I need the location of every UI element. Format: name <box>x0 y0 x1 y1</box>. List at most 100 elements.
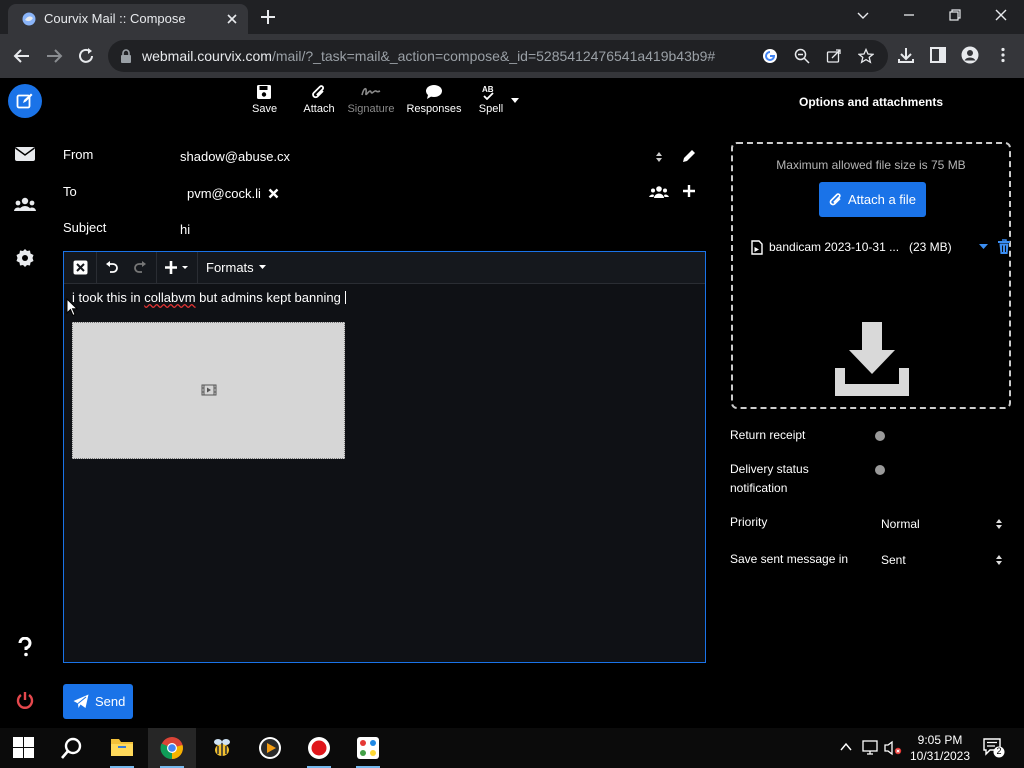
attach-a-file-button[interactable]: Attach a file <box>819 182 926 217</box>
undo-icon[interactable] <box>104 260 119 275</box>
profile-avatar-icon[interactable] <box>961 46 979 64</box>
close-window-icon[interactable] <box>993 7 1009 23</box>
subject-label: Subject <box>63 220 107 235</box>
formats-dropdown[interactable]: Formats <box>206 260 267 275</box>
address-bar[interactable]: webmail.courvix.com/mail/?_task=mail&_ac… <box>108 40 888 72</box>
priority-label: Priority <box>730 515 768 529</box>
close-tab-icon[interactable] <box>224 11 240 27</box>
upload-download-icon <box>835 322 909 396</box>
mouse-cursor-icon <box>66 298 78 317</box>
google-lens-icon[interactable] <box>762 48 778 64</box>
taskbar-chrome[interactable] <box>148 728 196 768</box>
start-button[interactable] <box>0 728 48 768</box>
misspelled-word[interactable]: collabvm <box>144 290 195 305</box>
to-recipient-chip[interactable]: pvm@cock.li <box>187 186 279 201</box>
priority-select[interactable]: Normal <box>881 517 1003 531</box>
taskbar-media-player[interactable] <box>246 728 294 768</box>
delivery-status-toggle[interactable] <box>875 465 885 475</box>
taskbar-bee-app[interactable] <box>198 728 246 768</box>
recipient-address: pvm@cock.li <box>187 186 261 201</box>
subject-input[interactable]: hi <box>180 222 190 237</box>
clock-date: 10/31/2023 <box>909 749 971 763</box>
media-player-icon <box>259 737 281 759</box>
message-editor[interactable]: Formats i took this in collabvm but admi… <box>63 251 706 663</box>
from-select[interactable]: shadow@abuse.cx <box>180 149 290 164</box>
save-button[interactable]: Save <box>252 84 277 115</box>
mail-nav-icon[interactable] <box>14 145 36 163</box>
add-header-plus-icon[interactable] <box>682 184 696 198</box>
paper-plane-icon <box>73 694 89 708</box>
signature-icon <box>361 87 381 96</box>
embedded-video-placeholder[interactable] <box>72 322 345 459</box>
url-text: webmail.courvix.com/mail/?_task=mail&_ac… <box>142 48 716 64</box>
windows-taskbar: 9:05 PM 10/31/2023 2 <box>0 728 1024 768</box>
options-panel-title: Options and attachments <box>798 95 944 109</box>
restore-icon[interactable] <box>947 7 963 23</box>
network-icon[interactable] <box>862 740 880 756</box>
to-label: To <box>63 184 77 199</box>
video-icon <box>201 384 217 396</box>
spell-button[interactable]: AB Spell <box>478 84 504 115</box>
zoom-icon[interactable] <box>794 48 810 64</box>
from-select-arrows-icon[interactable] <box>655 151 663 163</box>
contacts-nav-icon[interactable] <box>14 196 36 214</box>
volume-muted-icon[interactable] <box>884 740 902 756</box>
record-icon <box>308 737 330 759</box>
new-tab-icon[interactable] <box>258 7 278 27</box>
toolbar-separator <box>156 252 157 284</box>
file-icon <box>751 240 763 255</box>
redo-icon[interactable] <box>133 260 148 275</box>
taskbar-search-button[interactable] <box>48 728 96 768</box>
taskbar-recorder[interactable] <box>295 728 343 768</box>
attachment-file-name[interactable]: bandicam 2023-10-31 ... <box>769 240 899 254</box>
courvix-favicon-icon <box>22 12 36 26</box>
edit-identity-pencil-icon[interactable] <box>681 148 697 164</box>
reload-icon[interactable] <box>76 46 96 66</box>
paperclip-icon <box>829 193 841 206</box>
browser-tab[interactable]: Courvix Mail :: Compose <box>8 4 248 34</box>
clock[interactable]: 9:05 PM 10/31/2023 <box>908 732 972 764</box>
tab-search-icon[interactable] <box>855 7 871 23</box>
left-navigation <box>0 78 50 728</box>
taskbar-file-explorer[interactable] <box>98 728 146 768</box>
remove-recipient-icon[interactable] <box>268 188 279 199</box>
minimize-icon[interactable] <box>901 7 917 23</box>
logout-power-icon[interactable] <box>16 691 34 709</box>
browser-menu-icon[interactable] <box>994 46 1012 64</box>
toolbar-separator <box>96 252 97 284</box>
insert-plus-dropdown-icon[interactable] <box>164 260 190 275</box>
plain-text-toggle-icon[interactable] <box>73 260 88 275</box>
settings-nav-icon[interactable] <box>14 248 36 268</box>
spellcheck-icon: AB <box>482 85 494 100</box>
delete-attachment-trash-icon[interactable] <box>997 239 1011 255</box>
save-sent-label: Save sent message in <box>730 552 849 566</box>
from-label: From <box>63 147 94 162</box>
attach-button[interactable]: Attach <box>302 84 336 115</box>
bookmark-star-icon[interactable] <box>858 48 874 64</box>
search-icon <box>61 737 82 759</box>
taskbar-paint-app[interactable] <box>344 728 392 768</box>
download-icon[interactable] <box>897 46 915 64</box>
share-icon[interactable] <box>826 48 842 64</box>
side-panel-icon[interactable] <box>929 46 947 64</box>
forward-icon[interactable] <box>44 46 64 66</box>
back-icon[interactable] <box>12 46 32 66</box>
folder-icon <box>111 739 133 756</box>
help-nav-icon[interactable] <box>16 637 34 657</box>
attachment-menu-caret-icon[interactable] <box>979 244 988 250</box>
save-sent-folder-select[interactable]: Sent <box>881 553 1003 567</box>
attachment-dropzone[interactable]: Maximum allowed file size is 75 MB Attac… <box>731 142 1011 409</box>
signature-button[interactable]: Signature <box>347 84 395 115</box>
text-cursor <box>344 291 346 304</box>
send-button[interactable]: Send <box>63 684 133 719</box>
lock-icon[interactable] <box>120 49 132 63</box>
spell-language-dropdown-icon[interactable] <box>511 98 519 104</box>
show-hidden-icons-chevron-icon[interactable] <box>840 741 852 753</box>
message-body-text[interactable]: i took this in collabvm but admins kept … <box>72 290 346 305</box>
responses-button[interactable]: Responses <box>406 84 462 115</box>
speech-bubble-icon <box>426 85 442 99</box>
address-book-icon[interactable] <box>649 185 669 199</box>
compose-nav-button[interactable] <box>8 84 42 118</box>
return-receipt-toggle[interactable] <box>875 431 885 441</box>
notifications-icon[interactable]: 2 <box>983 738 1005 758</box>
